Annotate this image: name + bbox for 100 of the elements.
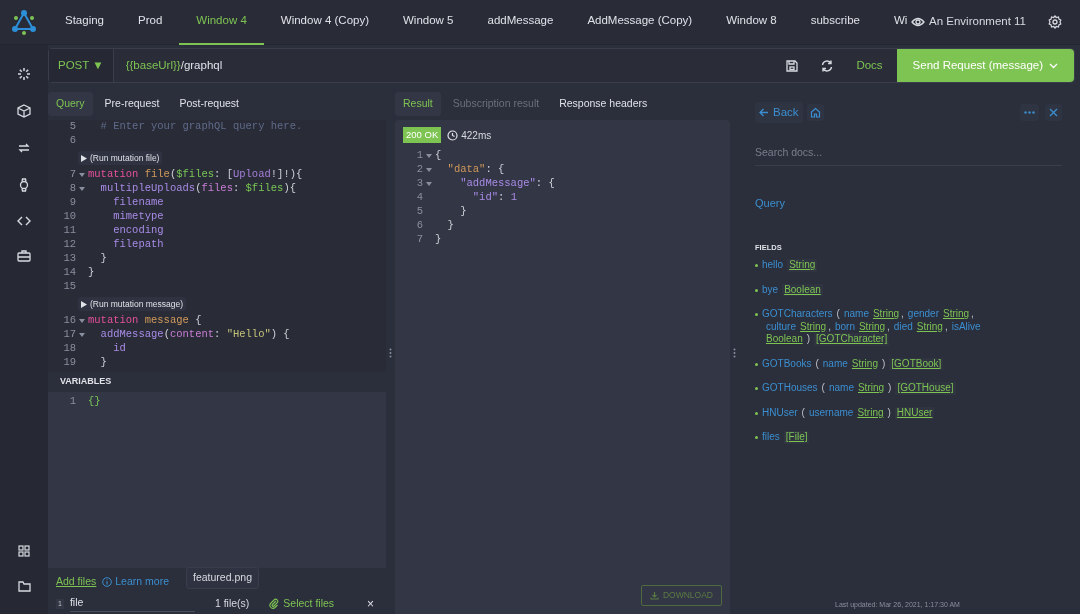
fold-caret-icon[interactable] <box>79 187 85 191</box>
type-link[interactable]: String <box>916 320 943 334</box>
window-tab[interactable]: Window 8 <box>709 0 794 45</box>
type-link[interactable]: String <box>858 320 886 334</box>
environment-selector[interactable]: An Environment 11 <box>907 13 1030 31</box>
type-link[interactable]: Boolean <box>766 333 803 346</box>
home-icon <box>809 107 821 119</box>
folder-icon[interactable] <box>17 581 31 592</box>
run-operation-button[interactable]: (Run mutation message) <box>78 296 187 312</box>
code-line: filename <box>112 195 164 211</box>
file-count: 1 file(s) <box>214 595 250 611</box>
punctuation: , <box>971 308 974 321</box>
file-name-field[interactable]: file <box>69 595 195 613</box>
line-number: 7 <box>415 232 423 248</box>
loading-spinner-icon[interactable] <box>17 67 31 81</box>
field-link[interactable]: HNUser <box>762 406 798 420</box>
query-type-link[interactable]: Query <box>755 197 785 209</box>
field-link[interactable]: hello <box>762 259 784 272</box>
argument-name: gender <box>907 308 939 321</box>
close-button[interactable] <box>1045 104 1062 122</box>
learn-more-link[interactable]: Learn more <box>102 574 169 590</box>
window-tab[interactable]: Window 4 (Copy) <box>263 0 386 45</box>
punctuation: ( <box>821 382 825 395</box>
window-tab[interactable]: Wi <box>876 0 908 45</box>
window-tab[interactable]: subscribe <box>793 0 877 45</box>
argument-name: name <box>822 357 848 371</box>
punctuation: ) <box>881 357 886 371</box>
type-link[interactable]: Boolean <box>782 283 823 297</box>
settings-icon[interactable] <box>1048 15 1062 29</box>
code-line: } <box>99 251 107 267</box>
field-link[interactable]: files <box>762 431 780 444</box>
select-files-button[interactable]: Select files <box>269 595 335 612</box>
fold-caret-icon[interactable] <box>79 173 85 177</box>
cube-icon[interactable] <box>17 104 31 118</box>
add-files-link[interactable]: Add files <box>56 574 97 590</box>
type-link[interactable]: [GOTBook] <box>889 357 944 371</box>
type-link[interactable]: [GOTCharacter] <box>814 333 890 346</box>
field-link[interactable]: GOTCharacters <box>762 308 833 321</box>
argument-name: isAlive <box>951 320 981 334</box>
code-line: "id": 1 <box>471 190 517 206</box>
fold-caret-icon[interactable] <box>426 154 432 159</box>
argument-name: culture <box>766 320 796 334</box>
back-button[interactable]: Back <box>755 102 803 124</box>
window-tab[interactable]: Window 5 <box>386 0 471 45</box>
type-link[interactable]: String <box>851 357 878 371</box>
line-number: 2 <box>415 162 423 178</box>
type-link[interactable]: HNUser <box>894 406 935 420</box>
bullet-icon <box>755 264 758 268</box>
type-link[interactable]: [File] <box>783 431 810 444</box>
briefcase-icon[interactable] <box>17 250 31 262</box>
code-line: mutation file($files: [Upload!]!){ <box>88 167 303 183</box>
more-options-button[interactable] <box>1020 104 1039 122</box>
fold-caret-icon[interactable] <box>426 168 432 173</box>
panel-tab[interactable]: Pre-request <box>96 92 168 116</box>
window-tab[interactable]: Window 4 <box>179 0 264 45</box>
code-line: {} <box>88 393 101 409</box>
remove-file-button[interactable]: × <box>367 594 374 613</box>
fold-caret-icon[interactable] <box>79 319 85 323</box>
app-logo-icon[interactable] <box>11 9 37 35</box>
field-link[interactable]: bye <box>762 283 779 297</box>
type-link[interactable]: String <box>857 382 885 395</box>
window-tab[interactable]: addMessage <box>470 0 571 45</box>
argument-name: name <box>843 308 869 321</box>
panel-tab[interactable]: Query <box>48 92 93 116</box>
drag-handle-icon[interactable] <box>389 348 392 358</box>
field-link[interactable]: GOTBooks <box>762 357 812 371</box>
type-link[interactable]: String <box>872 308 900 321</box>
line-number: 14 <box>62 265 76 281</box>
drag-handle-icon[interactable] <box>733 348 736 358</box>
code-line: } <box>88 265 95 281</box>
line-number: 9 <box>68 195 76 211</box>
search-docs-field[interactable]: Search docs... <box>755 145 1062 166</box>
bullet-icon <box>755 288 758 292</box>
panel-tab[interactable]: Result <box>395 92 441 116</box>
type-link[interactable]: String <box>857 406 884 420</box>
status-badge: 200 OK <box>403 127 442 144</box>
code-line: } <box>459 204 467 220</box>
watch-icon[interactable] <box>18 178 30 192</box>
type-link[interactable]: [GOTHouse] <box>895 382 956 395</box>
type-link[interactable]: String <box>943 308 970 321</box>
fold-caret-icon[interactable] <box>426 182 432 187</box>
swap-arrows-icon[interactable] <box>17 141 31 155</box>
code-icon[interactable] <box>17 215 31 227</box>
window-tab[interactable]: AddMessage (Copy) <box>570 0 710 45</box>
panel-tab[interactable]: Post-request <box>171 92 247 116</box>
field-link[interactable]: GOTHouses <box>762 382 818 395</box>
line-number: 16 <box>62 313 76 329</box>
window-tab[interactable]: Prod <box>121 0 180 45</box>
bullet-icon <box>755 436 758 440</box>
line-number: 1 <box>415 148 423 164</box>
panel-tab[interactable]: Response headers <box>551 92 656 116</box>
run-operation-button[interactable]: (Run mutation file) <box>78 150 163 166</box>
grid-icon[interactable] <box>18 545 30 557</box>
window-tab[interactable]: Staging <box>48 0 121 45</box>
home-button[interactable] <box>806 104 824 122</box>
fold-caret-icon[interactable] <box>79 333 85 337</box>
punctuation: ) <box>887 406 891 420</box>
type-link[interactable]: String <box>800 320 827 334</box>
line-number: 15 <box>62 279 76 295</box>
type-link[interactable]: String <box>787 259 818 272</box>
